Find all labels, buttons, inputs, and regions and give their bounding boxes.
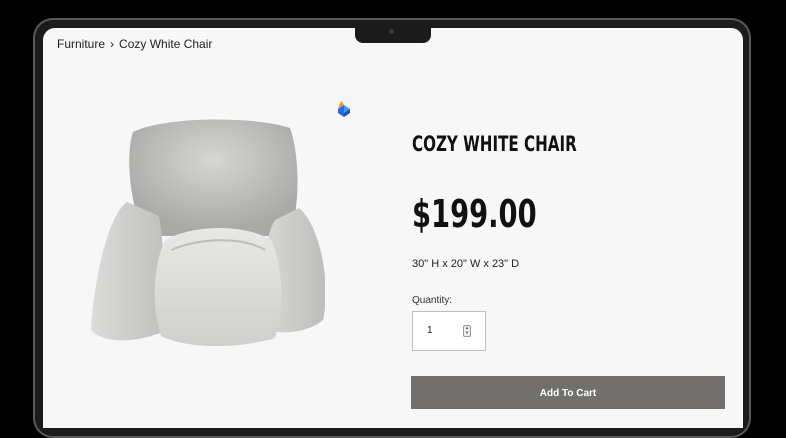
camera-icon — [389, 29, 394, 34]
add-to-cart-button[interactable]: Add To Cart — [411, 376, 725, 409]
breadcrumb: Furniture › Cozy White Chair — [57, 37, 212, 51]
breadcrumb-link-furniture[interactable]: Furniture — [57, 37, 105, 51]
product-price: $199.00 — [412, 192, 537, 236]
product-page: Furniture › Cozy White Chair COZY WHITE … — [43, 28, 743, 428]
quantity-label: Quantity: — [412, 295, 453, 306]
chair-product-image — [91, 119, 325, 347]
breadcrumb-separator: › — [110, 37, 115, 51]
product-dimensions: 30" H x 20" W x 23" D — [412, 258, 520, 270]
brand-logo-icon — [338, 101, 350, 117]
quantity-stepper[interactable]: 1 ▴ ▾ — [412, 311, 486, 351]
stepper-arrows-icon[interactable]: ▴ ▾ — [463, 325, 471, 337]
product-title: COZY WHITE CHAIR — [412, 132, 577, 156]
quantity-value[interactable]: 1 — [427, 325, 433, 336]
breadcrumb-current: Cozy White Chair — [119, 37, 213, 51]
